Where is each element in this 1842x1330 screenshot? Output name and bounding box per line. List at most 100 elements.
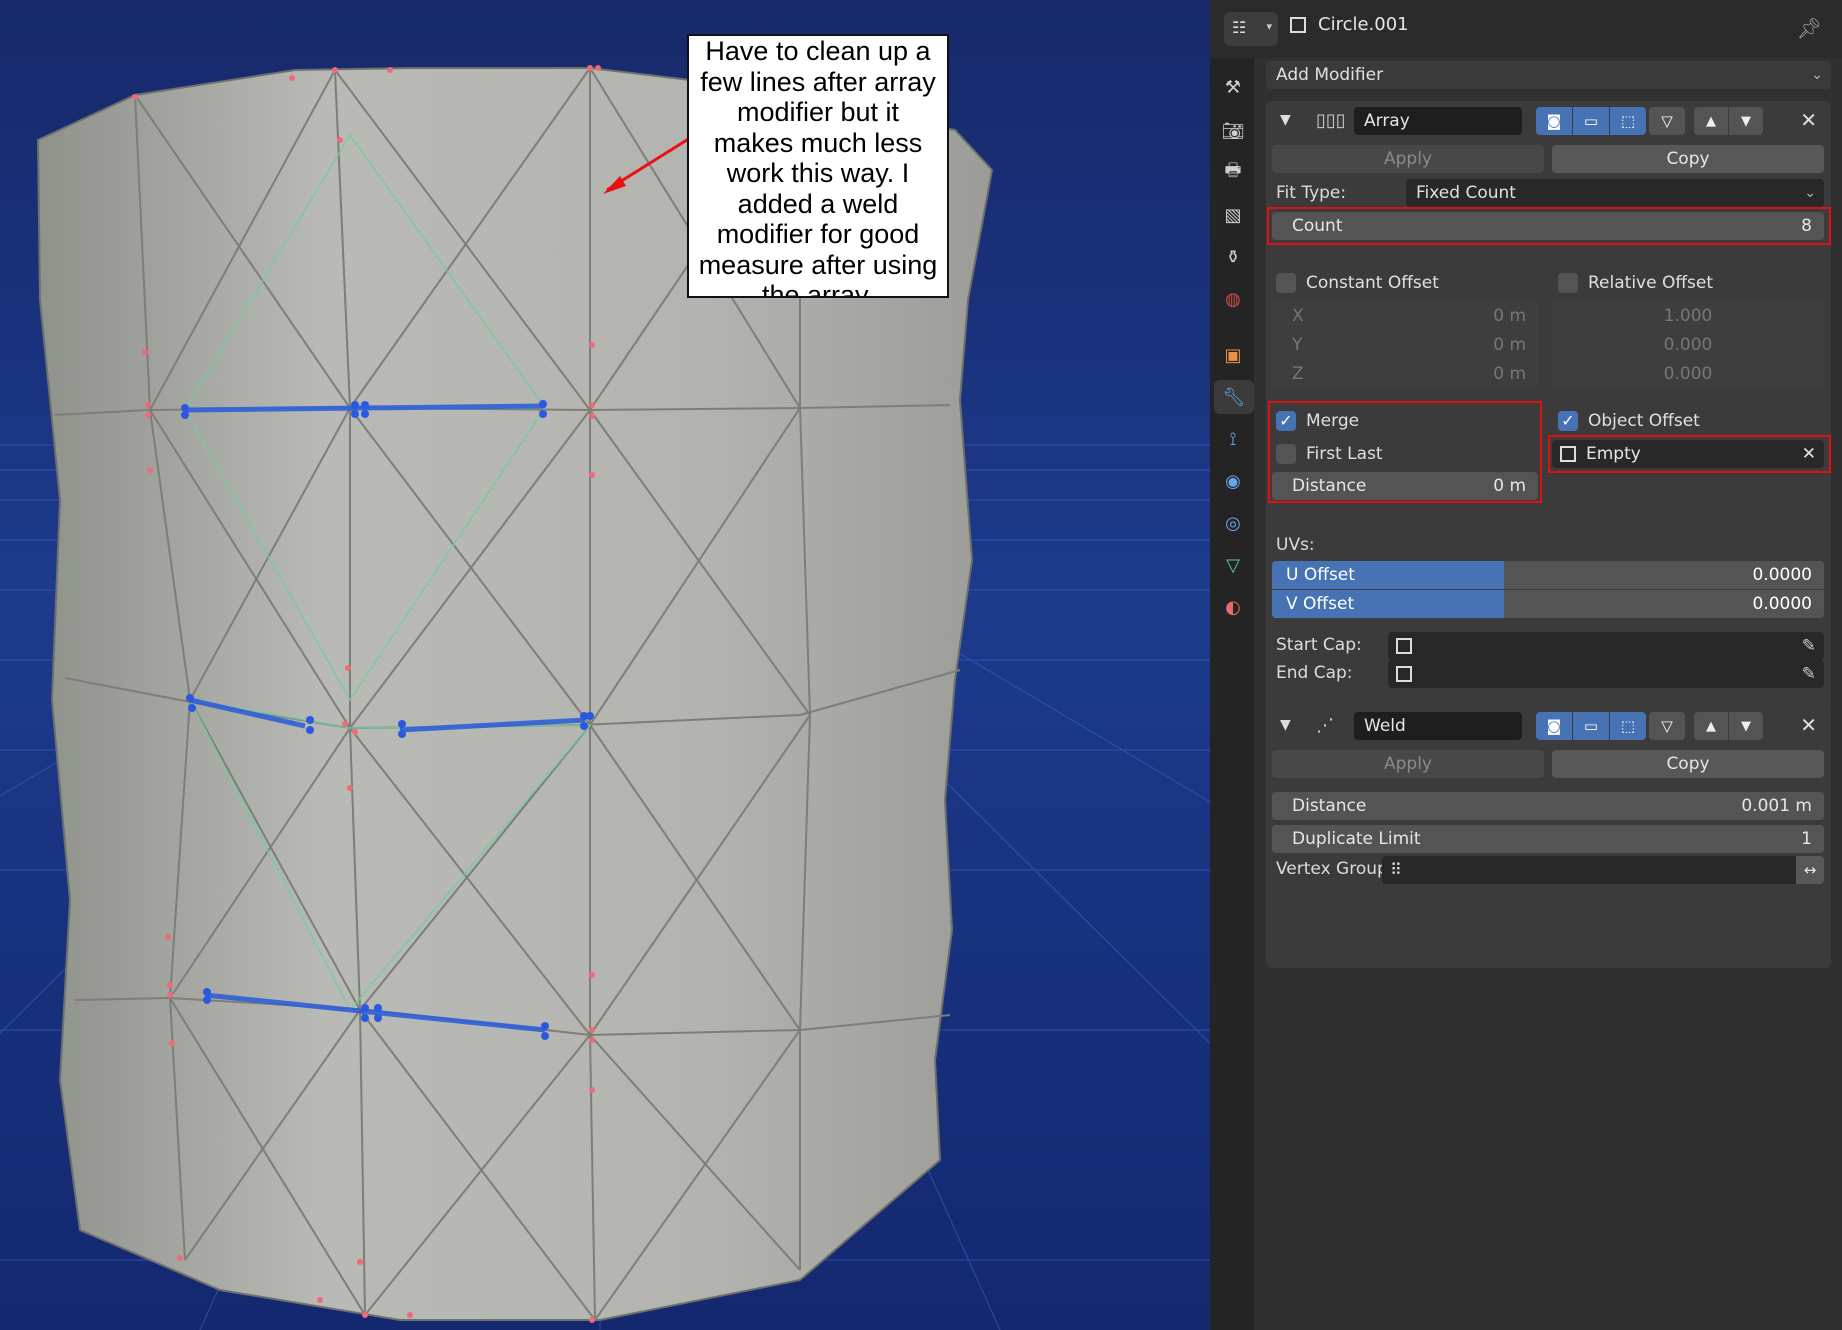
collapse-triangle-icon[interactable]: ▼ bbox=[1280, 717, 1291, 733]
modifier-tab-icon[interactable]: 🔧︎ bbox=[1214, 380, 1254, 414]
properties-tabs: ⚒ 📷︎ 🖶︎ ▧ ⚱ ◍ ▣ 🔧︎ ⟟ ◉ ◎ ▽ ◐ bbox=[1210, 58, 1254, 1330]
count-highlight bbox=[1267, 207, 1831, 245]
duplicate-limit-label: Duplicate Limit bbox=[1292, 829, 1421, 849]
editor-type-button[interactable]: ☷ ▾ bbox=[1224, 12, 1278, 46]
u-offset-label: U Offset bbox=[1286, 565, 1355, 585]
world-tab-icon[interactable]: ◍ bbox=[1216, 282, 1250, 316]
eyedropper-icon[interactable]: ✎ bbox=[1802, 660, 1816, 688]
start-cap-label: Start Cap: bbox=[1276, 635, 1362, 655]
tool-tab-icon[interactable]: ⚒ bbox=[1216, 70, 1250, 104]
mesh-object-icon bbox=[1396, 638, 1412, 654]
viewport-3d[interactable]: Have to clean up a few lines after array… bbox=[0, 0, 1210, 1330]
view-layer-tab-icon[interactable]: ▧ bbox=[1216, 198, 1250, 232]
constant-y-label: Y bbox=[1292, 335, 1303, 355]
move-down-icon[interactable]: ▼ bbox=[1729, 107, 1763, 135]
on-cage-icon[interactable]: ▽ bbox=[1649, 712, 1685, 740]
pin-icon[interactable]: 📌︎ bbox=[1797, 16, 1822, 40]
end-cap-field[interactable]: ✎ bbox=[1388, 660, 1824, 688]
particles-tab-icon[interactable]: ⟟ bbox=[1216, 422, 1250, 456]
constant-x-label: X bbox=[1292, 306, 1304, 326]
v-offset-value: 0.0000 bbox=[1752, 594, 1812, 614]
modifier-stack: Add Modifier ⌄ ▼ ▯▯▯ Array ◙ ▭ ⬚ ▽ ▲ ▼ ✕… bbox=[1254, 58, 1842, 1330]
constant-offset-label: Constant Offset bbox=[1306, 273, 1439, 293]
viewport-scene bbox=[0, 0, 1210, 1330]
duplicate-limit-field[interactable]: Duplicate Limit 1 bbox=[1272, 825, 1824, 853]
array-modifier-panel: ▼ ▯▯▯ Array ◙ ▭ ⬚ ▽ ▲ ▼ ✕ Apply Copy Fit… bbox=[1266, 101, 1831, 746]
array-apply-button[interactable]: Apply bbox=[1272, 145, 1544, 173]
constant-z-label: Z bbox=[1292, 364, 1304, 384]
close-icon[interactable]: ✕ bbox=[1800, 713, 1817, 737]
fit-type-label: Fit Type: bbox=[1276, 183, 1347, 203]
weld-distance-label: Distance bbox=[1292, 796, 1367, 816]
relative-offset-checkbox[interactable] bbox=[1558, 273, 1578, 293]
constant-y-field[interactable]: Y 0 m bbox=[1272, 331, 1538, 359]
constant-z-field[interactable]: Z 0 m bbox=[1272, 360, 1538, 388]
material-tab-icon[interactable]: ◐ bbox=[1216, 590, 1250, 624]
start-cap-field[interactable]: ✎ bbox=[1388, 632, 1824, 660]
vertex-group-field[interactable]: ⠿ bbox=[1382, 856, 1796, 884]
object-offset-label: Object Offset bbox=[1588, 411, 1700, 431]
weld-name-field[interactable]: Weld bbox=[1354, 712, 1522, 740]
properties-editor: ☷ ▾ Circle.001 📌︎ ⚒ 📷︎ 🖶︎ ▧ ⚱ ◍ ▣ 🔧︎ ⟟ ◉… bbox=[1210, 0, 1842, 1330]
invert-vertex-group-icon[interactable]: ↔ bbox=[1796, 856, 1824, 884]
relative-y-field[interactable]: 0.000 bbox=[1552, 331, 1824, 359]
uvs-label: UVs: bbox=[1276, 535, 1315, 555]
monitor-icon[interactable]: ▭ bbox=[1573, 712, 1609, 740]
relative-z-field[interactable]: 0.000 bbox=[1552, 360, 1824, 388]
relative-x-value: 1.000 bbox=[1663, 306, 1713, 326]
output-tab-icon[interactable]: 🖶︎ bbox=[1216, 156, 1250, 190]
weld-modifier-panel: ▼ ⋰ Weld ◙ ▭ ⬚ ▽ ▲ ▼ ✕ Apply Copy Distan… bbox=[1266, 706, 1831, 968]
weld-apply-button[interactable]: Apply bbox=[1272, 750, 1544, 778]
u-offset-field[interactable]: U Offset 0.0000 bbox=[1272, 561, 1824, 589]
constant-y-value: 0 m bbox=[1493, 335, 1526, 355]
editmode-icon[interactable]: ⬚ bbox=[1610, 712, 1646, 740]
move-down-icon[interactable]: ▼ bbox=[1729, 712, 1763, 740]
constant-offset-checkbox[interactable] bbox=[1276, 273, 1296, 293]
move-up-icon[interactable]: ▲ bbox=[1694, 107, 1728, 135]
properties-editor-icon: ☷ bbox=[1232, 18, 1247, 37]
add-modifier-dropdown[interactable]: Add Modifier ⌄ bbox=[1266, 61, 1831, 89]
duplicate-limit-value: 1 bbox=[1801, 829, 1812, 849]
move-up-icon[interactable]: ▲ bbox=[1694, 712, 1728, 740]
weld-modifier-icon: ⋰ bbox=[1316, 715, 1334, 736]
array-copy-button[interactable]: Copy bbox=[1552, 145, 1824, 173]
vertex-group-label: Vertex Group: bbox=[1276, 859, 1394, 879]
weld-distance-field[interactable]: Distance 0.001 m bbox=[1272, 792, 1824, 820]
add-modifier-label: Add Modifier bbox=[1276, 65, 1384, 85]
constant-x-field[interactable]: X 0 m bbox=[1272, 302, 1538, 330]
array-modifier-icon: ▯▯▯ bbox=[1316, 110, 1346, 131]
render-tab-icon[interactable]: 📷︎ bbox=[1216, 114, 1250, 148]
merge-highlight bbox=[1268, 401, 1542, 503]
relative-x-field[interactable]: 1.000 bbox=[1552, 302, 1824, 330]
weld-copy-button[interactable]: Copy bbox=[1552, 750, 1824, 778]
editmode-icon[interactable]: ⬚ bbox=[1610, 107, 1646, 135]
array-name-field[interactable]: Array bbox=[1354, 107, 1522, 135]
properties-header: ☷ ▾ Circle.001 📌︎ bbox=[1210, 0, 1842, 58]
end-cap-label: End Cap: bbox=[1276, 663, 1353, 683]
object-icon bbox=[1290, 16, 1306, 33]
object-breadcrumb: Circle.001 bbox=[1290, 14, 1409, 35]
physics-tab-icon[interactable]: ◉ bbox=[1216, 464, 1250, 498]
constant-x-value: 0 m bbox=[1493, 306, 1526, 326]
chevron-down-icon: ▾ bbox=[1266, 20, 1272, 33]
collapse-triangle-icon[interactable]: ▼ bbox=[1280, 112, 1291, 128]
eyedropper-icon[interactable]: ✎ bbox=[1802, 632, 1816, 660]
fit-type-dropdown[interactable]: Fixed Count ⌄ bbox=[1406, 179, 1824, 207]
u-offset-value: 0.0000 bbox=[1752, 565, 1812, 585]
camera-icon[interactable]: ◙ bbox=[1536, 107, 1572, 135]
vertex-group-icon: ⠿ bbox=[1390, 860, 1402, 879]
annotation-callout: Have to clean up a few lines after array… bbox=[687, 34, 949, 298]
object-offset-checkbox[interactable]: ✓ bbox=[1558, 411, 1578, 431]
data-tab-icon[interactable]: ▽ bbox=[1216, 548, 1250, 582]
constraints-tab-icon[interactable]: ◎ bbox=[1216, 506, 1250, 540]
monitor-icon[interactable]: ▭ bbox=[1573, 107, 1609, 135]
object-tab-icon[interactable]: ▣ bbox=[1216, 338, 1250, 372]
camera-icon[interactable]: ◙ bbox=[1536, 712, 1572, 740]
v-offset-field[interactable]: V Offset 0.0000 bbox=[1272, 590, 1824, 618]
relative-y-value: 0.000 bbox=[1663, 335, 1713, 355]
relative-z-value: 0.000 bbox=[1663, 364, 1713, 384]
on-cage-icon[interactable]: ▽ bbox=[1649, 107, 1685, 135]
scene-tab-icon[interactable]: ⚱ bbox=[1216, 240, 1250, 274]
close-icon[interactable]: ✕ bbox=[1800, 108, 1817, 132]
object-offset-highlight bbox=[1548, 435, 1831, 473]
